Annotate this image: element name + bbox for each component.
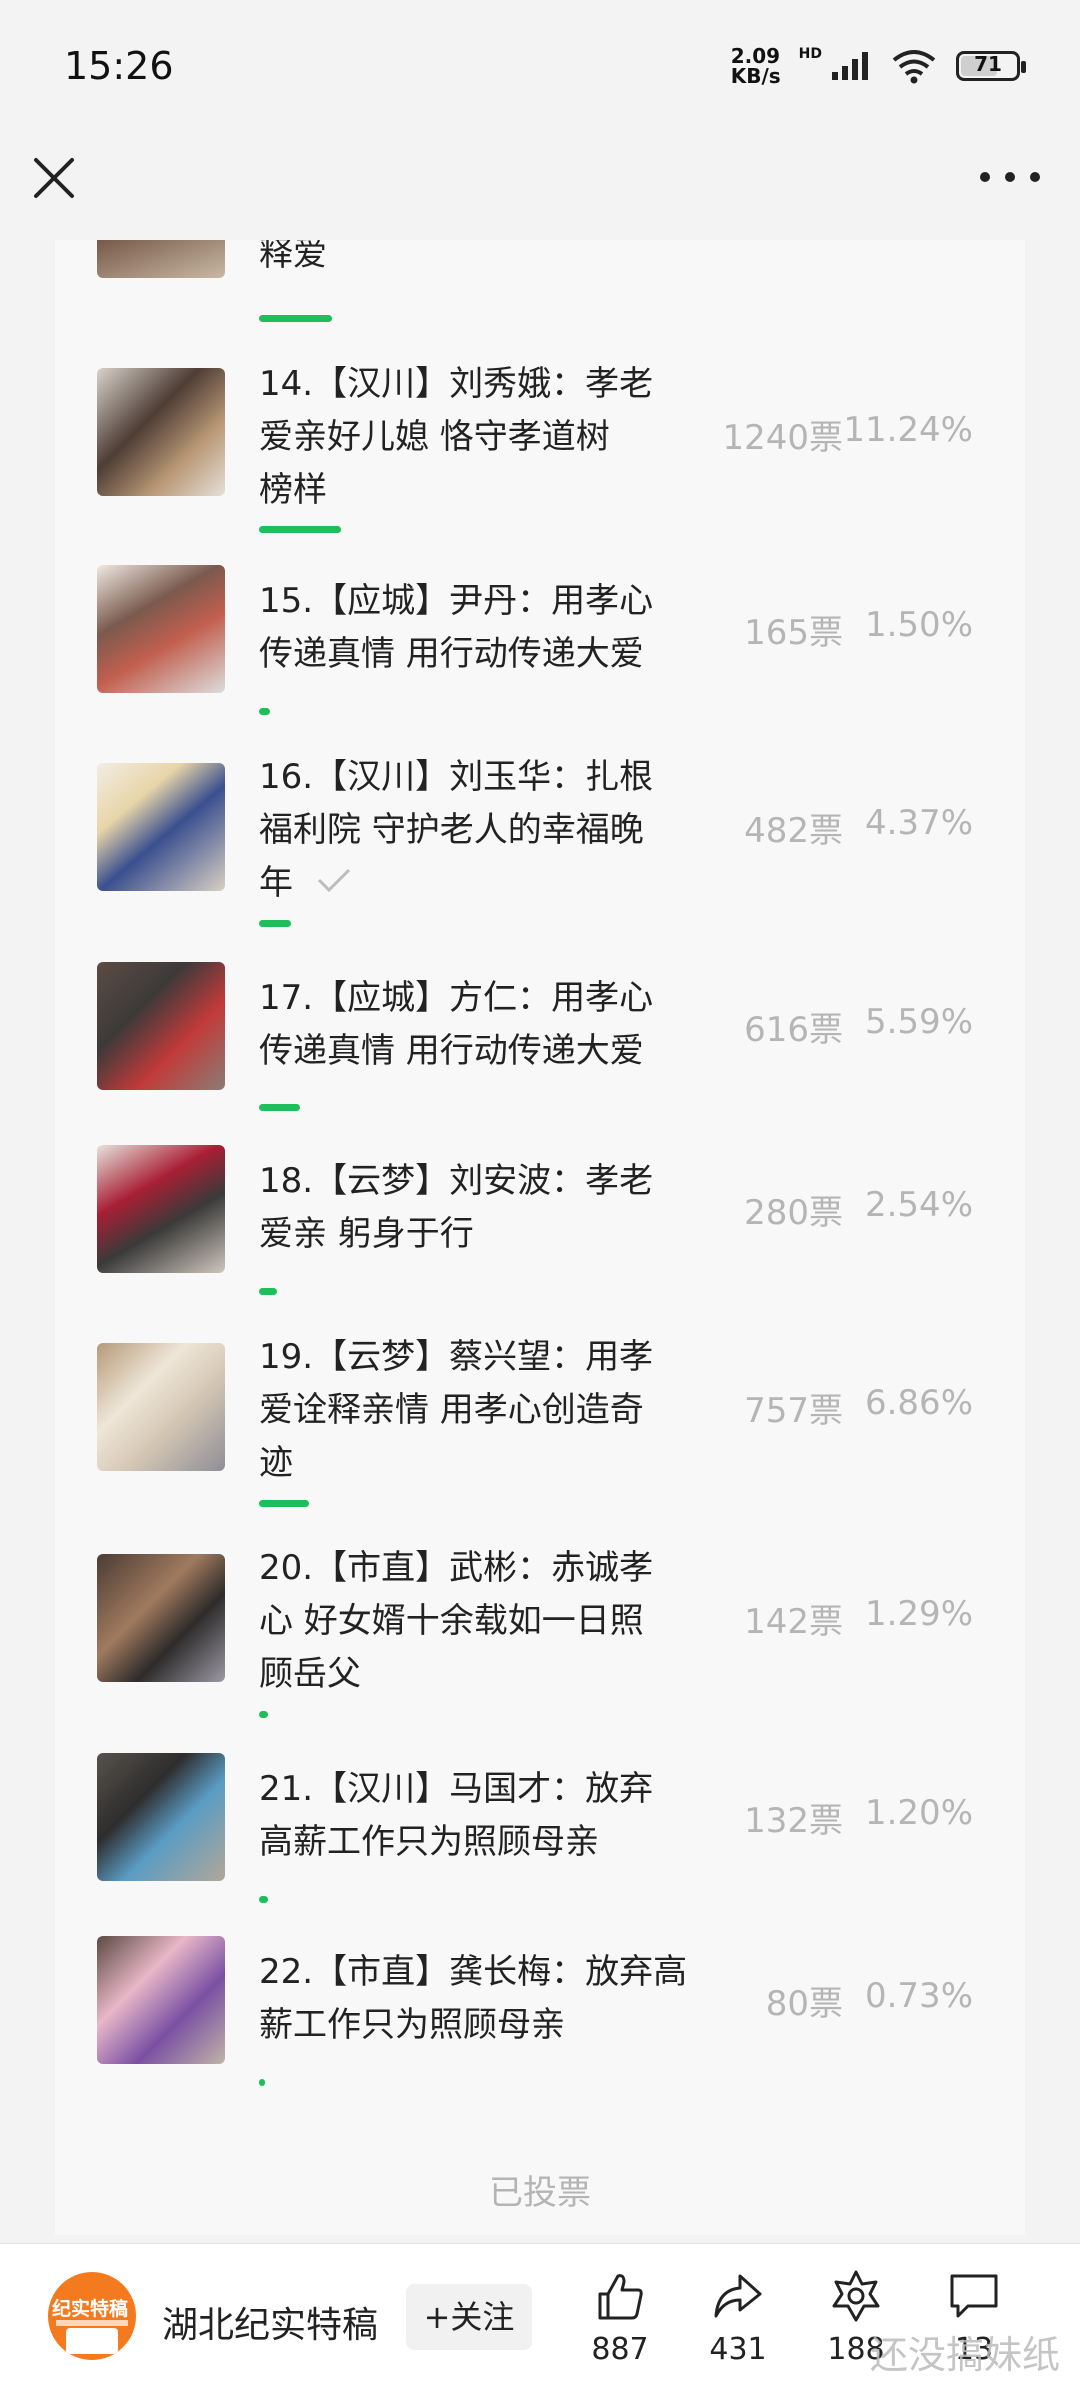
share-count: 431 bbox=[709, 2332, 767, 2367]
vote-share-bar bbox=[259, 1896, 268, 1903]
dot-icon bbox=[1030, 172, 1040, 182]
battery-icon: 71 bbox=[956, 51, 1026, 81]
like-button[interactable]: 887 bbox=[575, 2268, 665, 2367]
vote-percent: 1.50% bbox=[864, 605, 973, 645]
comment-icon bbox=[950, 2274, 998, 2318]
recommend-icon bbox=[832, 2270, 880, 2322]
status-time: 15:26 bbox=[64, 44, 174, 88]
close-icon bbox=[34, 158, 74, 198]
candidate-photo bbox=[97, 240, 225, 278]
more-options-button[interactable] bbox=[980, 166, 1040, 188]
vote-percent: 11.24% bbox=[843, 410, 973, 450]
candidate-title: 16.【汉川】刘玉华：扎根 福利院 守护老人的幸福晚 年 bbox=[259, 751, 714, 910]
network-speed: 2.09 KB/s bbox=[731, 46, 781, 86]
hd-icon: HD bbox=[798, 46, 822, 62]
vote-share-bar bbox=[259, 1711, 268, 1718]
vote-count: 80票 bbox=[765, 1984, 843, 2024]
status-bar: 15:26 2.09 KB/s HD 71 bbox=[0, 0, 1080, 140]
vote-count: 1240票 bbox=[722, 418, 843, 458]
vote-count: 165票 bbox=[744, 613, 843, 653]
vote-count: 132票 bbox=[744, 1801, 843, 1841]
vote-share-bar bbox=[259, 315, 332, 322]
account-avatar[interactable]: 纪实特稿 bbox=[48, 2272, 136, 2360]
vote-percent: 1.29% bbox=[864, 1594, 973, 1634]
vote-results-card: 释爱 14.【汉川】刘秀娥：孝老 爱亲好儿媳 恪守孝道树 榜样 1240票 11… bbox=[55, 240, 1025, 2235]
candidate-title: 21.【汉川】马国才：放弃 高薪工作只为照顾母亲 bbox=[259, 1769, 654, 1862]
vote-percent: 2.54% bbox=[864, 1185, 973, 1225]
candidate-photo bbox=[97, 1753, 225, 1881]
share-icon bbox=[714, 2274, 762, 2318]
logo-mark bbox=[66, 2328, 118, 2354]
vote-count: 616票 bbox=[744, 1010, 843, 1050]
vote-share-bar bbox=[259, 1500, 309, 1507]
candidate-photo bbox=[97, 368, 225, 496]
vote-count: 482票 bbox=[744, 811, 843, 851]
network-speed-value: 2.09 bbox=[730, 44, 781, 68]
vote-percent: 1.20% bbox=[864, 1793, 973, 1833]
vote-share-bar bbox=[259, 920, 291, 927]
watermark: 还没搞妹纸 bbox=[869, 2333, 1060, 2377]
battery-level: 71 bbox=[974, 52, 1002, 76]
candidate-title: 释爱 bbox=[259, 240, 327, 274]
account-logo-text: 纪实特稿 bbox=[52, 2298, 129, 2320]
vote-share-bar bbox=[259, 526, 341, 533]
dot-icon bbox=[1005, 172, 1015, 182]
candidate-photo bbox=[97, 1145, 225, 1273]
candidate-title: 17.【应城】方仁：用孝心 传递真情 用行动传递大爱 bbox=[259, 978, 654, 1071]
vote-percent: 4.37% bbox=[864, 803, 973, 843]
candidate-photo bbox=[97, 1554, 225, 1682]
logo-stripe bbox=[56, 2320, 128, 2326]
candidate-title: 19.【云梦】蔡兴望：用孝 爱诠释亲情 用孝心创造奇 迹 bbox=[259, 1337, 654, 1483]
account-name[interactable]: 湖北纪实特稿 bbox=[162, 2296, 378, 2348]
candidate-photo bbox=[97, 1936, 225, 2064]
candidate-photo bbox=[97, 565, 225, 693]
candidate-photo bbox=[97, 1343, 225, 1471]
candidate-title: 14.【汉川】刘秀娥：孝老 爱亲好儿媳 恪守孝道树 榜样 bbox=[259, 364, 654, 510]
candidate-photo bbox=[97, 962, 225, 1090]
vote-share-bar bbox=[259, 1104, 300, 1111]
bottom-bar: 纪实特稿 湖北纪实特稿 +关注 887 431 188 13 还没搞妹纸 bbox=[0, 2243, 1080, 2401]
thumbs-up-icon bbox=[598, 2274, 643, 2320]
network-speed-unit: KB/s bbox=[730, 64, 781, 88]
signal-icon bbox=[832, 52, 868, 80]
candidate-title: 22.【市直】龚长梅：放弃高 薪工作只为照顾母亲 bbox=[259, 1952, 688, 2045]
follow-button[interactable]: +关注 bbox=[406, 2284, 532, 2350]
vote-count: 280票 bbox=[744, 1193, 843, 1233]
vote-share-bar bbox=[259, 2079, 265, 2086]
status-icons: 2.09 KB/s HD 71 bbox=[731, 46, 1026, 86]
vote-share-bar bbox=[259, 1288, 277, 1295]
top-nav bbox=[0, 140, 1080, 240]
candidate-photo bbox=[97, 763, 225, 891]
candidate-title: 18.【云梦】刘安波：孝老 爱亲 躬身于行 bbox=[259, 1161, 654, 1254]
vote-share-bar bbox=[259, 708, 270, 715]
candidate-title: 20.【市直】武彬：赤诚孝 心 好女婿十余载如一日照 顾岳父 bbox=[259, 1548, 654, 1694]
vote-percent: 6.86% bbox=[864, 1383, 973, 1423]
voted-check-icon bbox=[316, 857, 352, 910]
vote-count: 142票 bbox=[744, 1602, 843, 1642]
voted-status-label: 已投票 bbox=[489, 2173, 591, 2213]
like-count: 887 bbox=[591, 2332, 649, 2367]
share-button[interactable]: 431 bbox=[693, 2268, 783, 2367]
vote-percent: 0.73% bbox=[864, 1976, 973, 2016]
vote-percent: 5.59% bbox=[864, 1002, 973, 1042]
vote-count: 757票 bbox=[744, 1391, 843, 1431]
dot-icon bbox=[980, 172, 990, 182]
wifi-icon bbox=[892, 50, 936, 84]
candidate-title: 15.【应城】尹丹：用孝心 传递真情 用行动传递大爱 bbox=[259, 581, 654, 674]
close-button[interactable] bbox=[28, 152, 80, 204]
